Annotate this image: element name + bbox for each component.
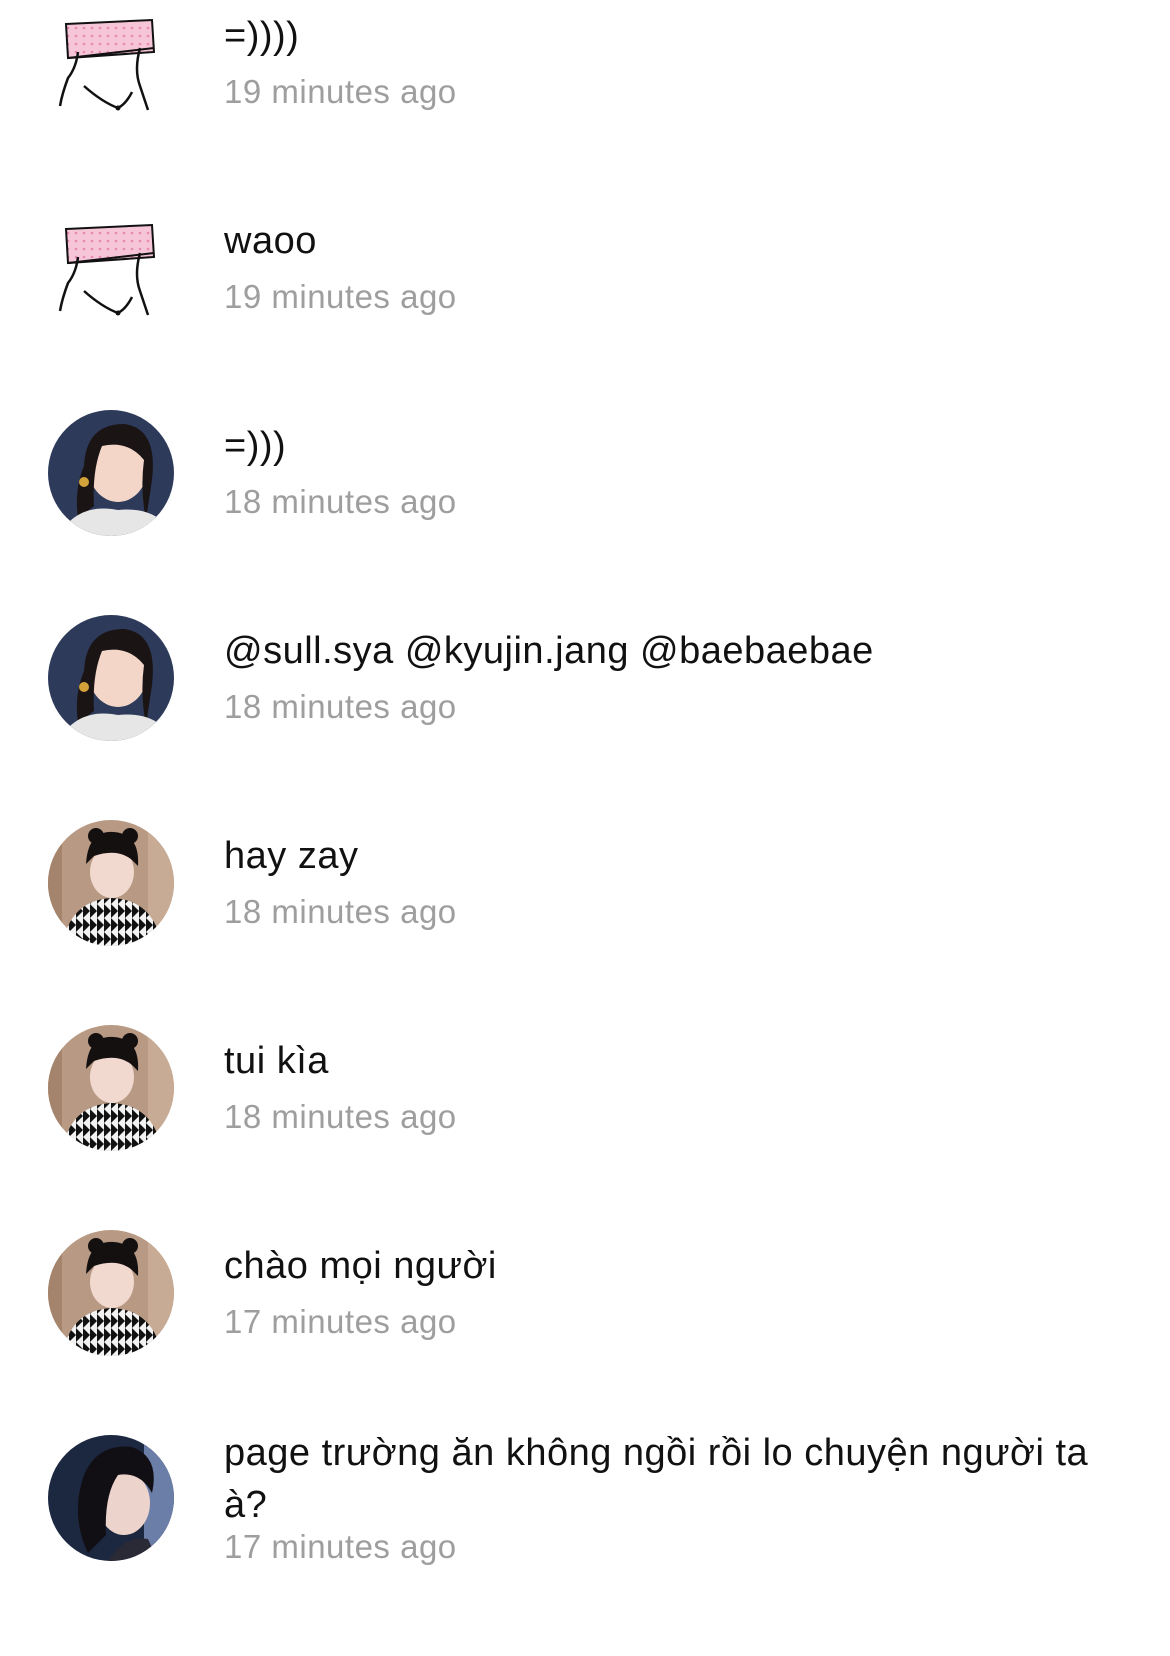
profile-photo-icon: [48, 410, 174, 536]
comment-text: @sull.sya @kyujin.jang @baebaebae: [224, 630, 874, 672]
comment-text: tui kìa: [224, 1040, 329, 1082]
comment-list: =)))) 19 minutes ago waoo 19 minutes ago…: [0, 0, 1170, 1656]
profile-photo-icon: [48, 1230, 174, 1356]
profile-photo-icon: [48, 615, 174, 741]
timestamp: 18 minutes ago: [224, 483, 457, 520]
comment-text: waoo: [224, 220, 317, 262]
avatar[interactable]: [48, 1025, 174, 1151]
comment-text: =)))): [224, 15, 300, 57]
avatar[interactable]: [48, 410, 174, 536]
avatar[interactable]: [48, 820, 174, 946]
timestamp: 18 minutes ago: [224, 1098, 457, 1135]
pink-hat-face-sticker-icon: [58, 223, 156, 316]
avatar[interactable]: [48, 1435, 174, 1561]
profile-photo-icon: [48, 1025, 174, 1151]
avatar[interactable]: [48, 213, 174, 339]
comment-text: =))): [224, 425, 287, 467]
pink-hat-face-sticker-icon: [58, 18, 156, 111]
timestamp: 17 minutes ago: [224, 1528, 457, 1565]
comment-text: hay zay: [224, 835, 359, 877]
timestamp: 19 minutes ago: [224, 278, 457, 315]
profile-photo-icon: [48, 1435, 174, 1561]
timestamp: 18 minutes ago: [224, 893, 457, 930]
timestamp: 17 minutes ago: [224, 1303, 457, 1340]
profile-photo-icon: [48, 820, 174, 946]
avatar[interactable]: [48, 615, 174, 741]
comment-text: chào mọi người: [224, 1245, 497, 1287]
avatar[interactable]: [48, 1230, 174, 1356]
avatar[interactable]: [48, 8, 174, 134]
timestamp: 19 minutes ago: [224, 73, 457, 110]
timestamp: 18 minutes ago: [224, 688, 457, 725]
comment-text: page trường ăn không ngồi rồi lo chuyện …: [224, 1432, 1089, 1526]
